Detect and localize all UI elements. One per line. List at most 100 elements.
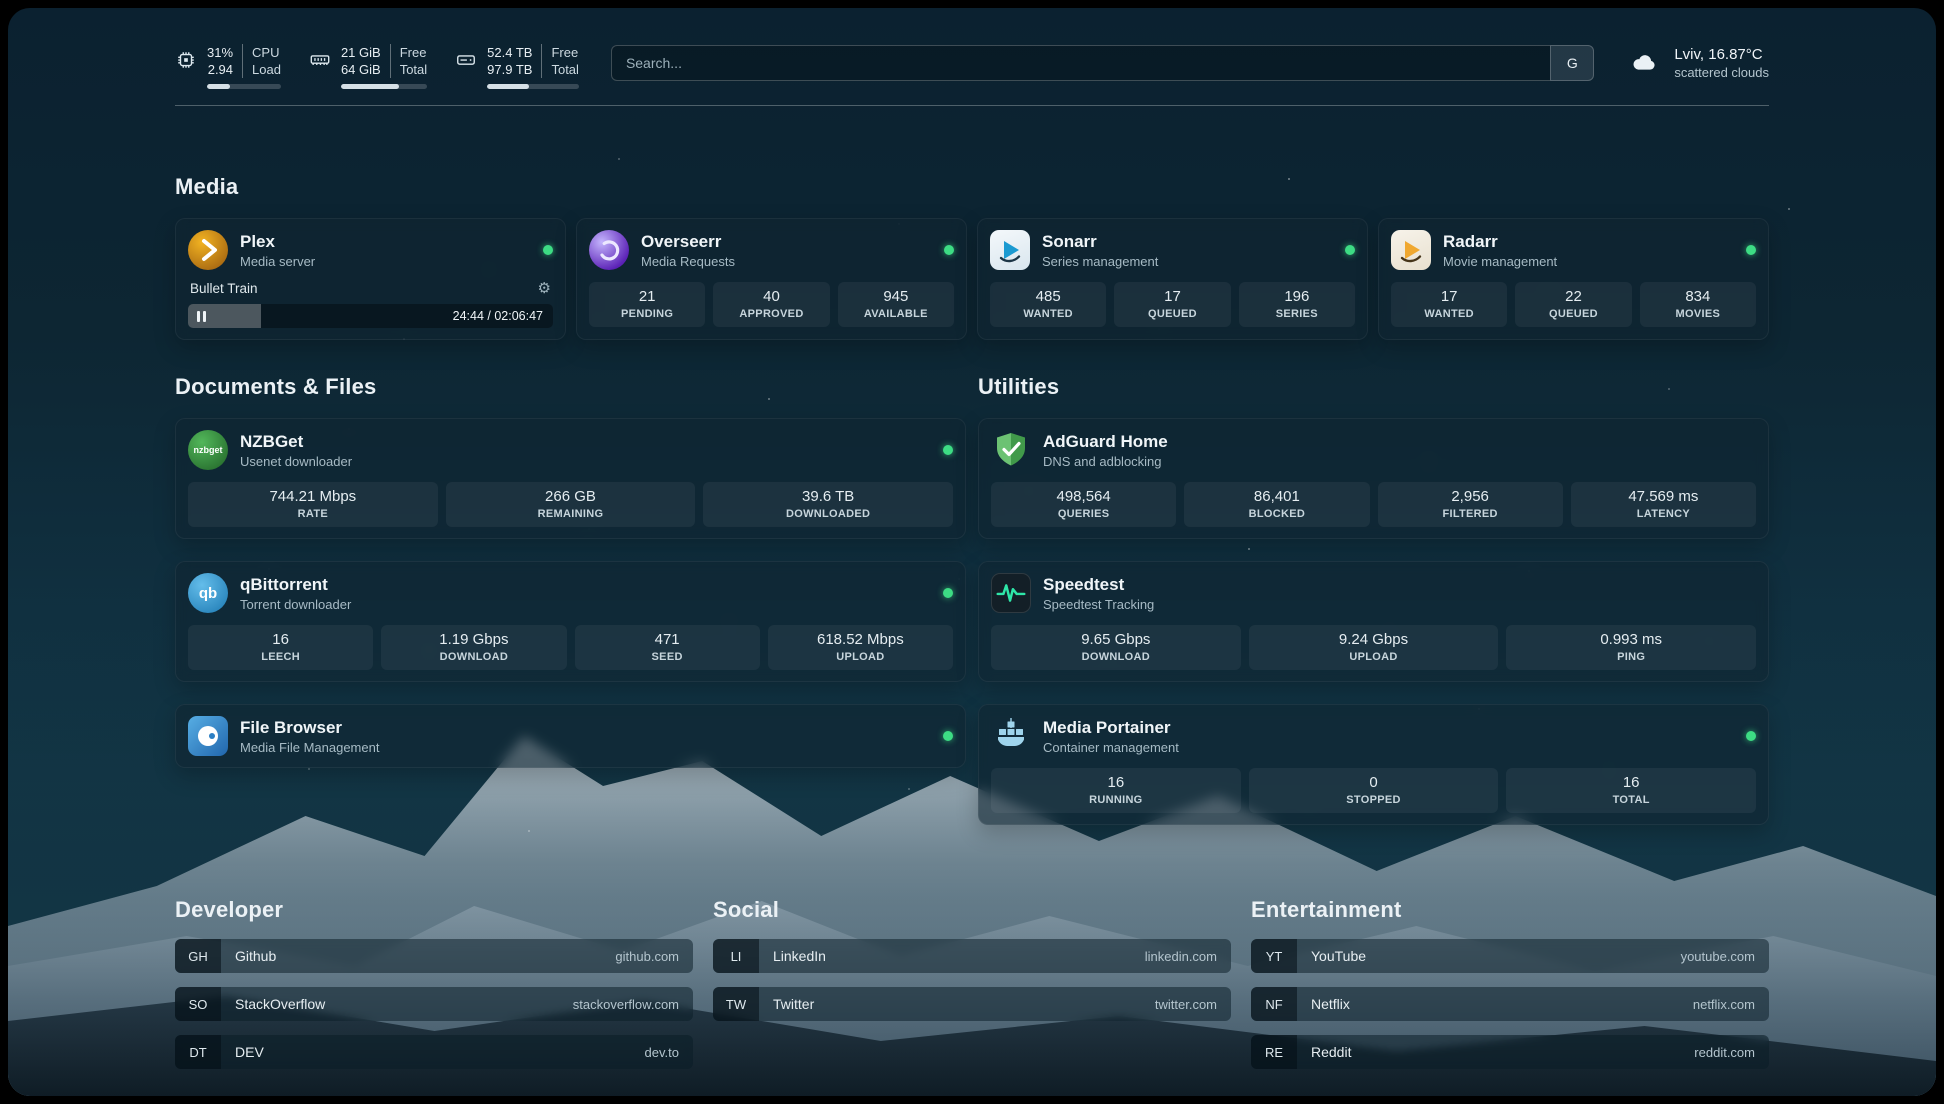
stat-download: 9.65 GbpsDOWNLOAD bbox=[991, 625, 1241, 670]
dashboard-screen: 31% CPU 2.94 Load bbox=[8, 8, 1936, 1096]
stat-wanted: 485WANTED bbox=[990, 282, 1106, 327]
bookmark-github[interactable]: GH Github github.com bbox=[175, 939, 693, 973]
service-title: qBittorrent bbox=[240, 575, 931, 595]
memory-label-total: Total bbox=[391, 61, 427, 78]
service-card-filebrowser[interactable]: File Browser Media File Management bbox=[175, 704, 966, 768]
service-subtitle: Usenet downloader bbox=[240, 454, 931, 469]
bookmark-youtube[interactable]: YT YouTube youtube.com bbox=[1251, 939, 1769, 973]
plex-icon bbox=[188, 230, 228, 270]
stat-movies: 834MOVIES bbox=[1640, 282, 1756, 327]
bookmark-netflix[interactable]: NF Netflix netflix.com bbox=[1251, 987, 1769, 1021]
service-title: Media Portainer bbox=[1043, 718, 1734, 738]
service-card-nzbget[interactable]: nzbget NZBGet Usenet downloader 744.21 M… bbox=[175, 418, 966, 539]
section-heading-social: Social bbox=[713, 897, 1231, 923]
stat-ping: 0.993 msPING bbox=[1506, 625, 1756, 670]
stat-leech: 16LEECH bbox=[188, 625, 373, 670]
stat-downloaded: 39.6 TBDOWNLOADED bbox=[703, 482, 953, 527]
stat-queries: 498,564QUERIES bbox=[991, 482, 1176, 527]
stat-latency: 47.569 msLATENCY bbox=[1571, 482, 1756, 527]
service-subtitle: Movie management bbox=[1443, 254, 1734, 269]
status-indicator bbox=[943, 445, 953, 455]
memory-progress-bar bbox=[341, 84, 427, 89]
gear-icon[interactable]: ⚙ bbox=[538, 279, 551, 297]
bookmark-reddit[interactable]: RE Reddit reddit.com bbox=[1251, 1035, 1769, 1069]
memory-label-free: Free bbox=[391, 44, 427, 61]
stat-series: 196SERIES bbox=[1239, 282, 1355, 327]
disk-free: 52.4 TB bbox=[487, 44, 542, 61]
weather-condition: scattered clouds bbox=[1674, 64, 1769, 82]
section-heading-media: Media bbox=[175, 174, 1769, 200]
search-input[interactable] bbox=[611, 45, 1550, 81]
service-subtitle: Container management bbox=[1043, 740, 1734, 755]
bookmark-twitter[interactable]: TW Twitter twitter.com bbox=[713, 987, 1231, 1021]
service-title: Speedtest bbox=[1043, 575, 1756, 595]
stat-seed: 471SEED bbox=[575, 625, 760, 670]
stat-queued: 17QUEUED bbox=[1114, 282, 1230, 327]
service-subtitle: Media server bbox=[240, 254, 531, 269]
section-heading-utilities: Utilities bbox=[978, 374, 1769, 400]
filebrowser-icon bbox=[188, 716, 228, 756]
disk-label-total: Total bbox=[542, 61, 578, 78]
service-card-portainer[interactable]: Media Portainer Container management 16R… bbox=[978, 704, 1769, 825]
service-card-radarr[interactable]: Radarr Movie management 17WANTED 22QUEUE… bbox=[1378, 218, 1769, 340]
memory-stat: 21 GiB Free 64 GiB Total bbox=[309, 44, 427, 89]
stat-upload: 9.24 GbpsUPLOAD bbox=[1249, 625, 1499, 670]
qbittorrent-icon: qb bbox=[188, 573, 228, 613]
top-bar: 31% CPU 2.94 Load bbox=[175, 8, 1769, 89]
memory-free: 21 GiB bbox=[341, 44, 391, 61]
service-card-adguard[interactable]: AdGuard Home DNS and adblocking 498,564Q… bbox=[978, 418, 1769, 539]
memory-total: 64 GiB bbox=[341, 61, 391, 78]
service-title: NZBGet bbox=[240, 432, 931, 452]
service-subtitle: Media Requests bbox=[641, 254, 932, 269]
stat-queued: 22QUEUED bbox=[1515, 282, 1631, 327]
cloud-icon bbox=[1626, 48, 1662, 81]
cpu-label-top: CPU bbox=[243, 44, 281, 61]
disk-label-free: Free bbox=[542, 44, 578, 61]
bookmark-dev[interactable]: DT DEV dev.to bbox=[175, 1035, 693, 1069]
cpu-stat: 31% CPU 2.94 Load bbox=[175, 44, 281, 89]
radarr-icon bbox=[1391, 230, 1431, 270]
stat-blocked: 86,401BLOCKED bbox=[1184, 482, 1369, 527]
search-bar: G bbox=[611, 45, 1594, 81]
cpu-progress-bar bbox=[207, 84, 281, 89]
cpu-percent: 31% bbox=[207, 44, 243, 61]
stat-available: 945AVAILABLE bbox=[838, 282, 954, 327]
search-provider-button[interactable]: G bbox=[1550, 45, 1594, 81]
service-card-plex[interactable]: Plex Media server Bullet Train ⚙ 24:44 /… bbox=[175, 218, 566, 340]
service-card-overseerr[interactable]: Overseerr Media Requests 21PENDING 40APP… bbox=[576, 218, 967, 340]
stat-pending: 21PENDING bbox=[589, 282, 705, 327]
stat-filtered: 2,956FILTERED bbox=[1378, 482, 1563, 527]
service-title: Radarr bbox=[1443, 232, 1734, 252]
cpu-label-bottom: Load bbox=[243, 61, 281, 78]
section-heading-documents: Documents & Files bbox=[175, 374, 966, 400]
bookmark-stackoverflow[interactable]: SO StackOverflow stackoverflow.com bbox=[175, 987, 693, 1021]
service-title: AdGuard Home bbox=[1043, 432, 1756, 452]
status-indicator bbox=[1746, 245, 1756, 255]
bookmark-linkedin[interactable]: LI LinkedIn linkedin.com bbox=[713, 939, 1231, 973]
service-title: Sonarr bbox=[1042, 232, 1333, 252]
service-card-qbittorrent[interactable]: qb qBittorrent Torrent downloader 16LEEC… bbox=[175, 561, 966, 682]
disk-progress-bar bbox=[487, 84, 579, 89]
section-heading-developer: Developer bbox=[175, 897, 693, 923]
cpu-load: 2.94 bbox=[207, 61, 243, 78]
disk-total: 97.9 TB bbox=[487, 61, 542, 78]
cpu-icon bbox=[175, 49, 197, 89]
documents-column: Documents & Files nzbget NZBGet Usenet d… bbox=[175, 374, 966, 825]
portainer-icon bbox=[991, 716, 1031, 756]
service-subtitle: Speedtest Tracking bbox=[1043, 597, 1756, 612]
stat-rate: 744.21 MbpsRATE bbox=[188, 482, 438, 527]
service-card-speedtest[interactable]: Speedtest Speedtest Tracking 9.65 GbpsDO… bbox=[978, 561, 1769, 682]
stat-approved: 40APPROVED bbox=[713, 282, 829, 327]
service-subtitle: DNS and adblocking bbox=[1043, 454, 1756, 469]
system-stats: 31% CPU 2.94 Load bbox=[175, 44, 579, 89]
header-divider bbox=[175, 105, 1769, 106]
bookmarks-social: Social LI LinkedIn linkedin.com TW Twitt… bbox=[713, 897, 1231, 1083]
stat-remaining: 266 GBREMAINING bbox=[446, 482, 696, 527]
sonarr-icon bbox=[990, 230, 1030, 270]
service-subtitle: Series management bbox=[1042, 254, 1333, 269]
bookmarks-section: Developer GH Github github.com SO StackO… bbox=[175, 897, 1769, 1083]
stat-running: 16RUNNING bbox=[991, 768, 1241, 813]
media-grid: Plex Media server Bullet Train ⚙ 24:44 /… bbox=[175, 218, 1769, 340]
bookmarks-developer: Developer GH Github github.com SO StackO… bbox=[175, 897, 693, 1083]
service-card-sonarr[interactable]: Sonarr Series management 485WANTED 17QUE… bbox=[977, 218, 1368, 340]
